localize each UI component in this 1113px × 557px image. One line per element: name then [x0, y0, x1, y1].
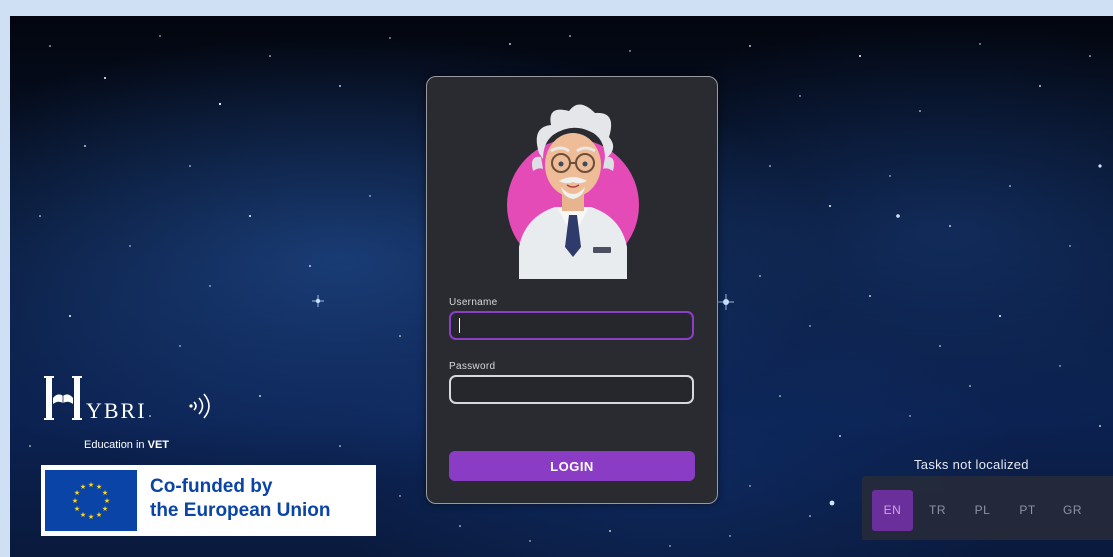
app-window: Username Password LOGIN YBRI Education i…	[0, 0, 1113, 557]
svg-text:★: ★	[102, 505, 108, 513]
svg-text:★: ★	[80, 511, 86, 519]
tasks-localization-note: Tasks not localized	[914, 457, 1029, 472]
svg-text:★: ★	[102, 489, 108, 497]
login-button[interactable]: LOGIN	[449, 451, 695, 481]
space-background: Username Password LOGIN YBRI Education i…	[10, 16, 1113, 557]
eu-flag-icon: ★ ★ ★ ★ ★ ★ ★ ★ ★ ★ ★ ★	[45, 470, 137, 531]
scientist-avatar	[507, 104, 639, 279]
password-label: Password	[449, 361, 496, 372]
language-selector: EN TR PL PT GR	[862, 476, 1113, 540]
eu-line-1: Co-funded by	[150, 476, 273, 497]
language-gr-button[interactable]: GR	[1052, 490, 1093, 531]
svg-text:★: ★	[88, 481, 94, 489]
username-input[interactable]	[449, 311, 694, 340]
language-tr-button[interactable]: TR	[917, 490, 958, 531]
svg-text:★: ★	[88, 513, 94, 521]
svg-text:★: ★	[104, 497, 110, 505]
svg-text:★: ★	[74, 505, 80, 513]
subtitle-prefix: Education in	[84, 439, 148, 451]
username-label: Username	[449, 297, 498, 308]
subtitle-emphasis: VET	[147, 439, 170, 451]
password-input[interactable]	[449, 375, 694, 404]
language-en-button[interactable]: EN	[872, 490, 913, 531]
eu-funding-text: Co-funded by the European Union	[150, 475, 331, 523]
svg-text:★: ★	[80, 483, 86, 491]
text-caret	[459, 318, 460, 333]
language-pl-button[interactable]: PL	[962, 490, 1003, 531]
brand-subtitle: Education in VET	[84, 439, 169, 451]
svg-text:★: ★	[72, 497, 78, 505]
svg-text:★: ★	[96, 511, 102, 519]
language-pt-button[interactable]: PT	[1007, 490, 1048, 531]
eu-cofunded-banner: ★ ★ ★ ★ ★ ★ ★ ★ ★ ★ ★ ★ Co-funded by the…	[41, 465, 376, 536]
eu-line-2: the European Union	[150, 500, 331, 521]
logo-wordmark: YBRI	[86, 398, 147, 423]
login-card: Username Password LOGIN	[426, 76, 718, 504]
